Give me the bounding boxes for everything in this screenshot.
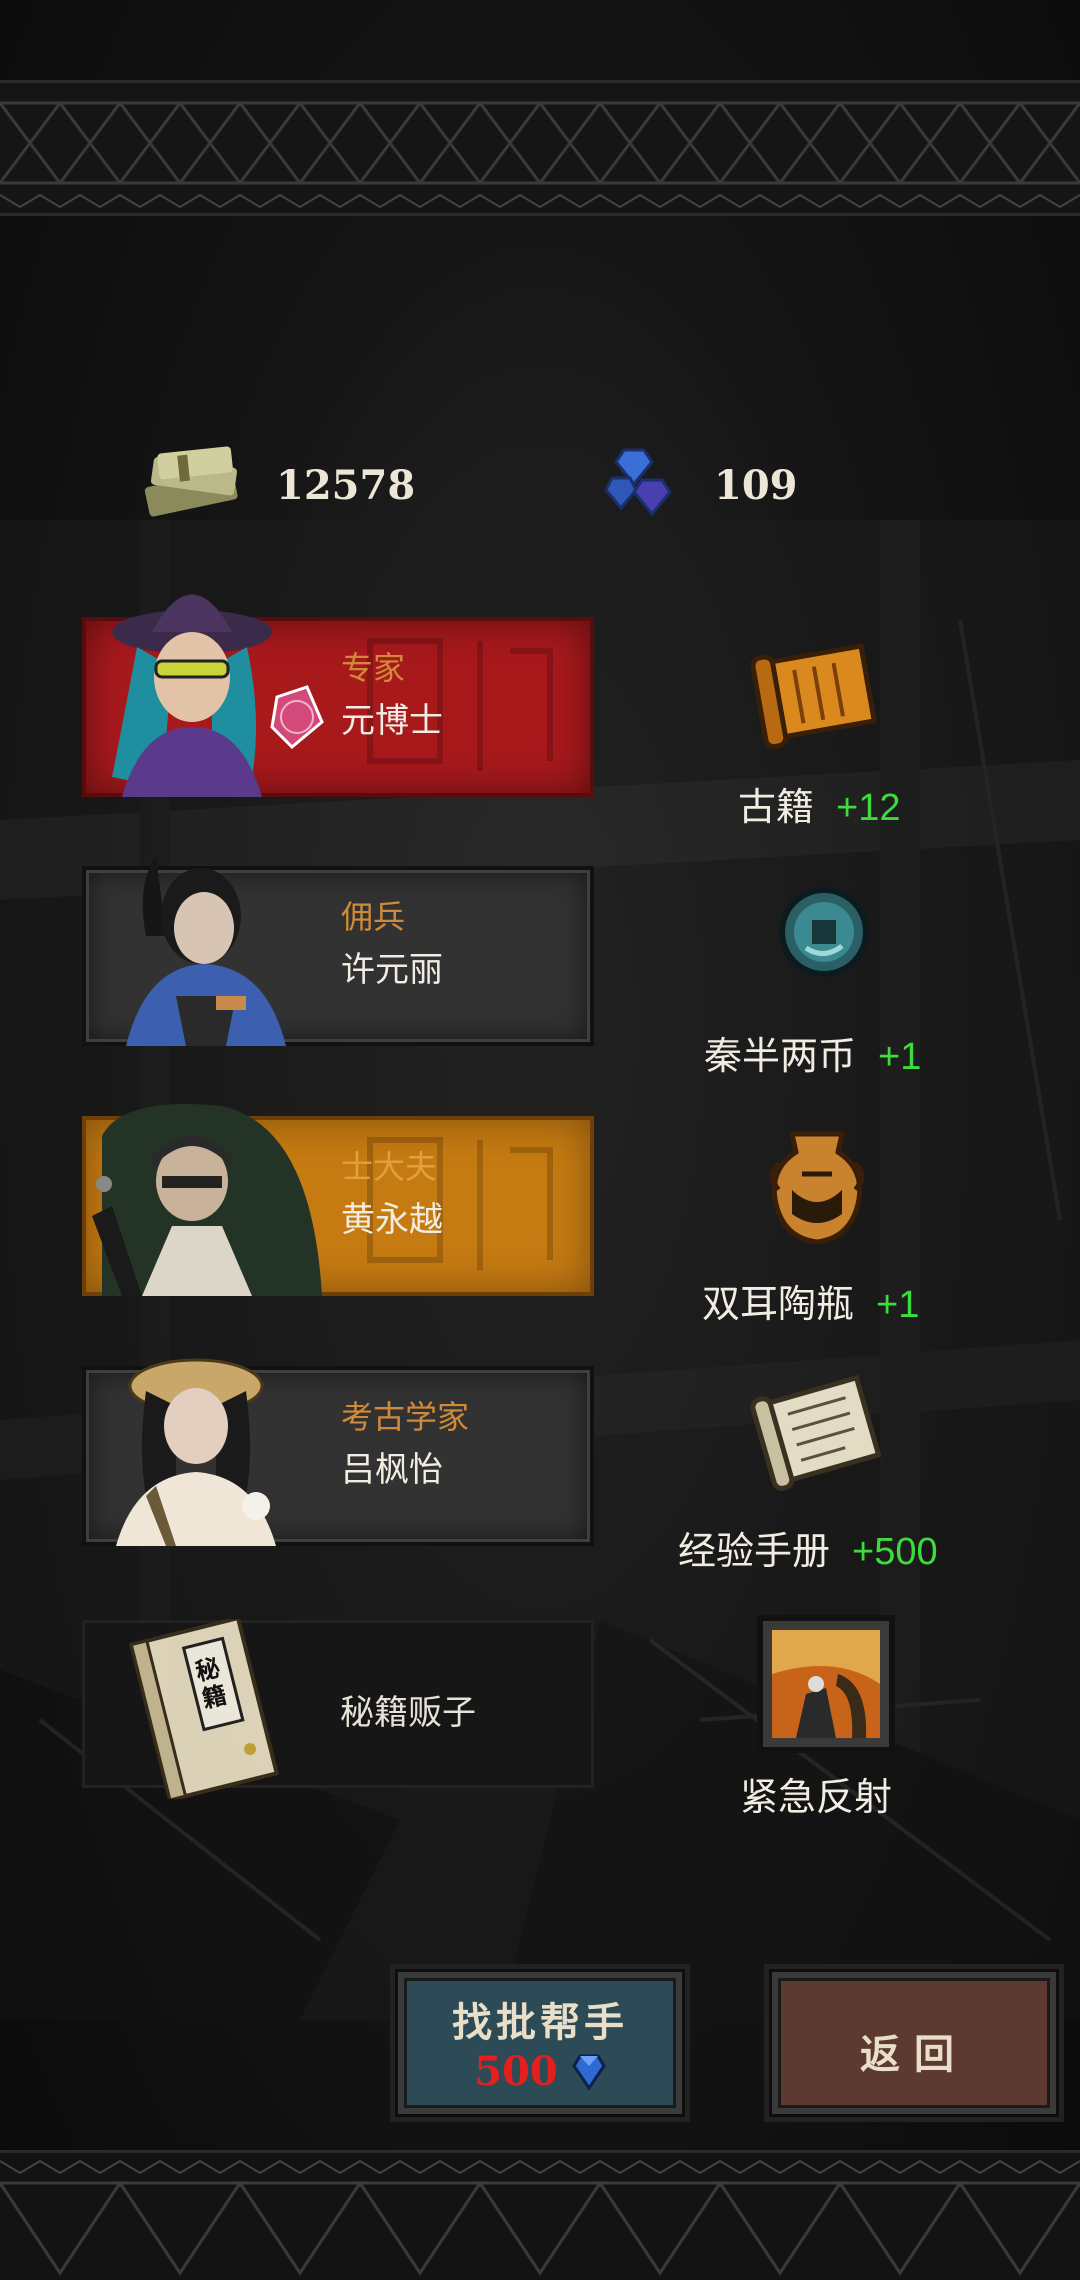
hero-role-2: 佣兵 xyxy=(341,898,406,936)
hero-name-4: 吕枫怡 xyxy=(341,1450,443,1490)
reward-name-1: 古籍 xyxy=(738,785,815,829)
hero-portrait-3 xyxy=(92,1104,322,1296)
hero-portrait-1 xyxy=(112,594,324,797)
reward-3: 双耳陶瓶 +1 xyxy=(702,1273,919,1328)
reward-bonus-1: +12 xyxy=(836,787,901,829)
reward-1: 古籍 +12 xyxy=(738,776,900,831)
reward-name-2: 秦半两币 xyxy=(704,1034,857,1078)
reward-bonus-4: +500 xyxy=(852,1531,938,1573)
hero-card-2[interactable]: 佣兵 许元丽 xyxy=(82,856,594,1046)
hero-name-2: 许元丽 xyxy=(341,950,443,990)
hero-role-1: 专家 xyxy=(341,649,406,687)
reward-name-4: 经验手册 xyxy=(678,1529,831,1573)
reward-name-5: 紧急反射 xyxy=(740,1775,893,1819)
reward-bonus-2: +1 xyxy=(878,1036,922,1078)
reward-5: 紧急反射 xyxy=(740,1766,892,1821)
merchant-name: 秘籍贩子 xyxy=(340,1693,476,1733)
money-value: 12578 xyxy=(276,461,416,509)
recruit-label: 找批帮手 xyxy=(452,1999,628,2046)
reward-4: 经验手册 +500 xyxy=(678,1520,938,1575)
scroll-icon xyxy=(750,643,878,750)
hero-card-3[interactable]: 士大夫 黄永越 xyxy=(82,1104,594,1296)
manual-icon xyxy=(750,1374,882,1491)
blue-gem-icon xyxy=(571,2054,606,2091)
blue-gem-icon xyxy=(604,440,674,530)
top-ornament-band xyxy=(0,80,1080,216)
hero-name-3: 黄永越 xyxy=(341,1200,443,1240)
gems-value: 109 xyxy=(714,461,798,509)
bottom-ornament-band xyxy=(0,2150,1080,2280)
vase-icon xyxy=(769,1131,865,1245)
hero-role-4: 考古学家 xyxy=(341,1398,470,1436)
reward-bonus-3: +1 xyxy=(876,1284,920,1326)
hero-name-1: 元博士 xyxy=(341,701,443,741)
hero-card-4[interactable]: 考古学家 吕枫怡 xyxy=(82,1358,594,1546)
hero-portrait-4 xyxy=(116,1358,276,1546)
hero-card-1[interactable]: 专家 元博士 xyxy=(82,594,594,797)
hero-portrait-2 xyxy=(126,856,286,1046)
gems-display: 109 xyxy=(604,440,798,530)
return-button[interactable]: 返回 xyxy=(769,1969,1059,2117)
secret-book-icon: 秘籍 xyxy=(119,1619,280,1799)
merchant-card[interactable]: 秘籍 秘籍贩子 xyxy=(82,1619,594,1799)
return-label: 返回 xyxy=(860,2031,968,2078)
money-display: 12578 xyxy=(138,440,415,530)
expedition-result-screen: 12578 109 专家 元博士 佣兵 许元丽 士大夫 黄永越 考古学家 吕枫怡… xyxy=(0,0,1080,2280)
recruit-button[interactable]: 找批帮手 500 xyxy=(395,1969,685,2117)
hero-role-3: 士大夫 xyxy=(341,1148,438,1186)
recruit-cost-row: 500 xyxy=(404,2048,676,2095)
recruit-cost: 500 xyxy=(474,2048,558,2095)
money-stack-icon xyxy=(138,440,246,530)
coin-icon xyxy=(779,887,869,977)
skill-icon xyxy=(757,1615,895,1753)
reward-name-3: 双耳陶瓶 xyxy=(702,1282,855,1326)
reward-2: 秦半两币 +1 xyxy=(704,1025,921,1080)
